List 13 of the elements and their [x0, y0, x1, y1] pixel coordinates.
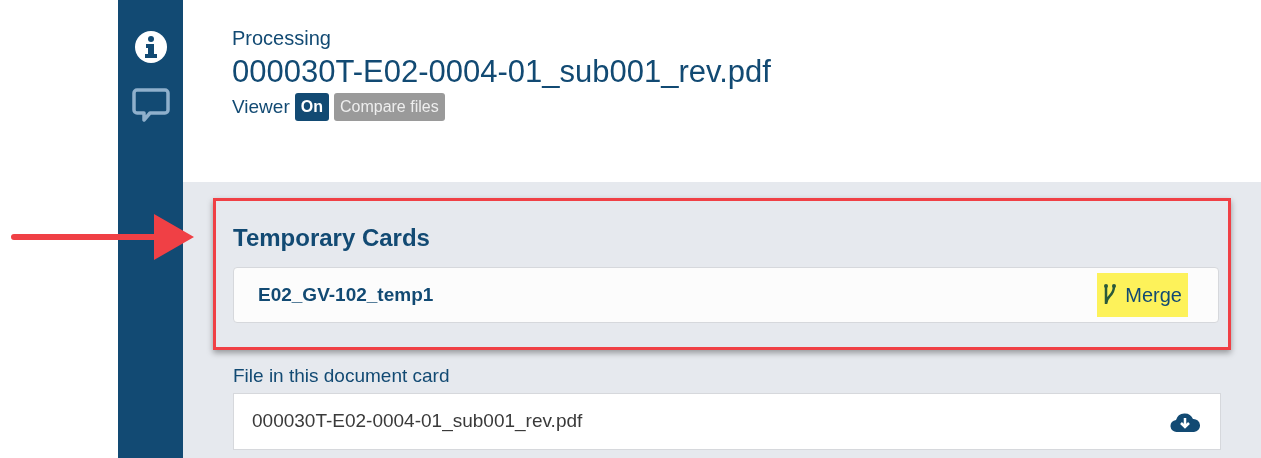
viewer-toggle[interactable]: On	[294, 93, 329, 122]
card-name: E02_GV-102_temp1	[258, 282, 435, 307]
viewer-label: Viewer	[232, 95, 290, 119]
cloud-download-icon[interactable]	[1170, 410, 1200, 433]
file-title: 000030T-E02-0004-01_sub001_rev.pdf	[232, 53, 772, 91]
section-title: Temporary Cards	[233, 223, 431, 253]
status-label: Processing	[232, 26, 332, 50]
branch-icon	[1103, 283, 1118, 307]
file-name: 000030T-E02-0004-01_sub001_rev.pdf	[252, 409, 584, 434]
merge-button[interactable]: Merge	[1097, 273, 1188, 317]
info-icon[interactable]	[133, 30, 168, 64]
file-section-label: File in this document card	[233, 364, 451, 388]
comment-icon[interactable]	[131, 86, 170, 124]
